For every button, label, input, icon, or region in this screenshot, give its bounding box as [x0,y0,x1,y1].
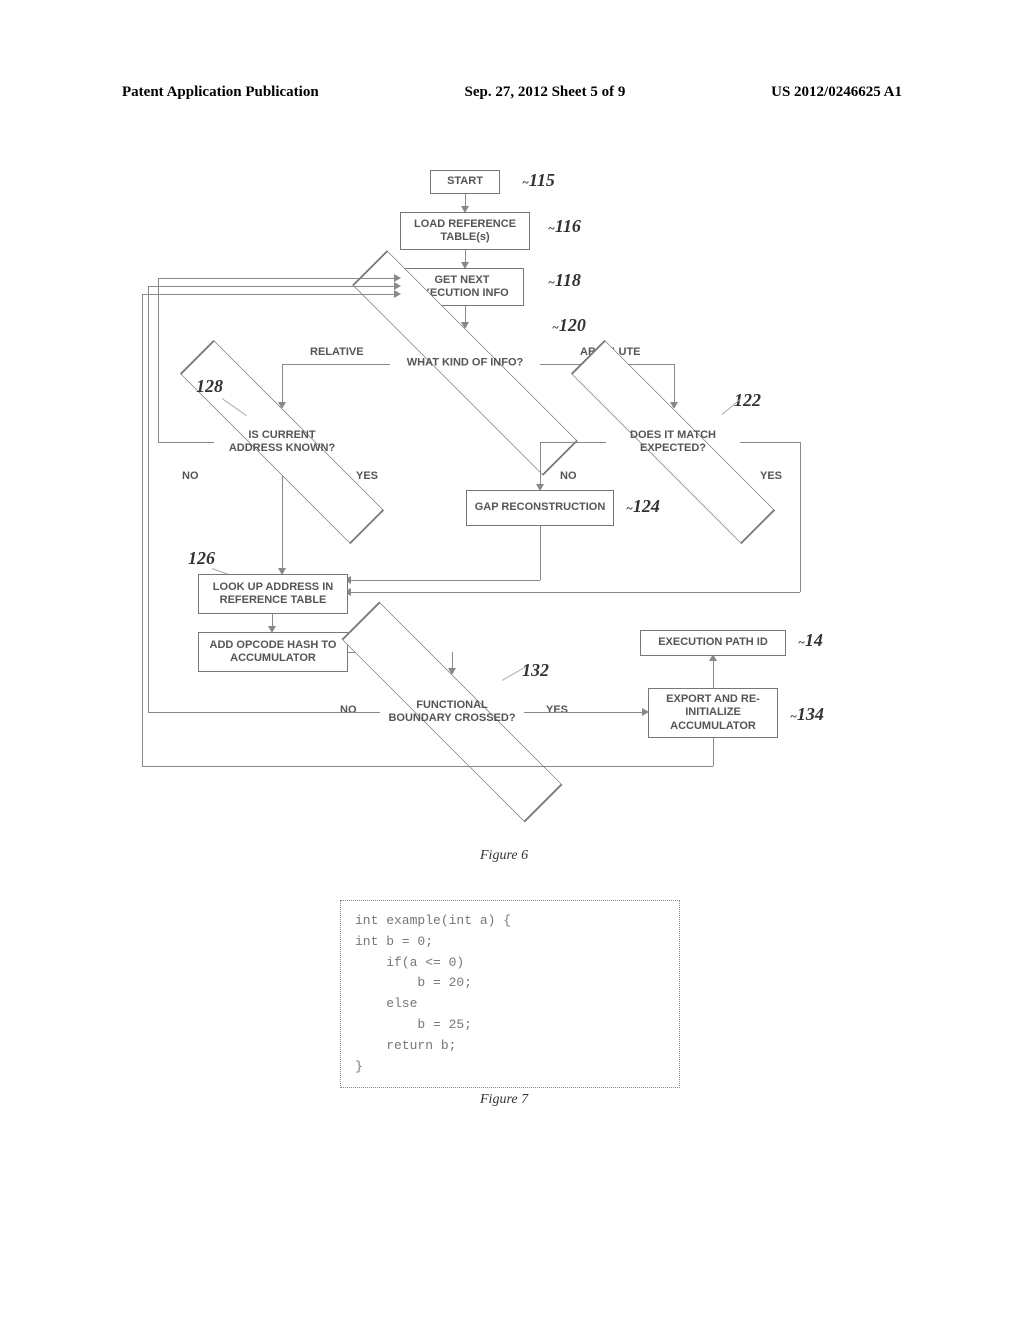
ref-134: ~134 [790,704,824,725]
ref-128: 128 [196,376,223,397]
figure-6-caption: Figure 6 [480,848,528,864]
label-relative: RELATIVE [310,346,364,358]
exec-path-label: EXECUTION PATH ID [658,636,768,649]
flow-func-boundary: FUNCTIONAL BOUNDARY CROSSED? [380,674,524,750]
flowchart-figure-6: START ~115 LOAD REFERENCE TABLE(s) ~116 … [140,170,884,830]
start-label: START [447,175,483,188]
label-no-left: NO [182,470,199,482]
ref-124: ~124 [626,496,660,517]
look-up-label: LOOK UP ADDRESS IN REFERENCE TABLE [205,581,341,607]
header-right: US 2012/0246625 A1 [771,84,902,101]
label-yes-boundary: YES [546,704,568,716]
ref-118: ~118 [548,270,581,291]
ref-116: ~116 [548,216,581,237]
code-text: int example(int a) { int b = 0; if(a <= … [355,913,511,1074]
figure-7-caption: Figure 7 [480,1092,528,1108]
func-boundary-label: FUNCTIONAL BOUNDARY CROSSED? [387,699,517,725]
gap-recon-label: GAP RECONSTRUCTION [475,501,606,514]
add-opcode-label: ADD OPCODE HASH TO ACCUMULATOR [205,639,341,665]
page-header: Patent Application Publication Sep. 27, … [122,84,902,101]
export-reinit-label: EXPORT AND RE-INITIALIZE ACCUMULATOR [655,693,771,733]
flow-does-match: DOES IT MATCH EXPECTED? [606,408,740,476]
what-kind-label: WHAT KIND OF INFO? [398,356,533,369]
flow-gap-recon: GAP RECONSTRUCTION [466,490,614,526]
ref-126: 126 [188,548,215,569]
is-current-label: IS CURRENT ADDRESS KNOWN? [222,429,343,455]
flow-exec-path: EXECUTION PATH ID [640,630,786,656]
header-center: Sep. 27, 2012 Sheet 5 of 9 [464,84,625,101]
label-yes-left: YES [356,470,378,482]
flow-start: START [430,170,500,194]
label-no-boundary: NO [340,704,357,716]
ref-132: 132 [522,660,549,681]
ref-120: ~120 [552,315,586,336]
ref-14: ~14 [798,630,823,651]
code-example-box: int example(int a) { int b = 0; if(a <= … [340,900,680,1088]
flow-add-opcode: ADD OPCODE HASH TO ACCUMULATOR [198,632,348,672]
flow-look-up: LOOK UP ADDRESS IN REFERENCE TABLE [198,574,348,614]
does-match-label: DOES IT MATCH EXPECTED? [613,429,734,455]
flow-load-reference: LOAD REFERENCE TABLE(s) [400,212,530,250]
flow-is-current: IS CURRENT ADDRESS KNOWN? [215,408,349,476]
header-left: Patent Application Publication [122,84,319,101]
label-yes-right: YES [760,470,782,482]
load-ref-label: LOAD REFERENCE TABLE(s) [407,218,523,244]
flow-what-kind: WHAT KIND OF INFO? [390,328,540,398]
ref-115: ~115 [522,170,555,191]
label-no-right: NO [560,470,577,482]
flow-export-reinit: EXPORT AND RE-INITIALIZE ACCUMULATOR [648,688,778,738]
